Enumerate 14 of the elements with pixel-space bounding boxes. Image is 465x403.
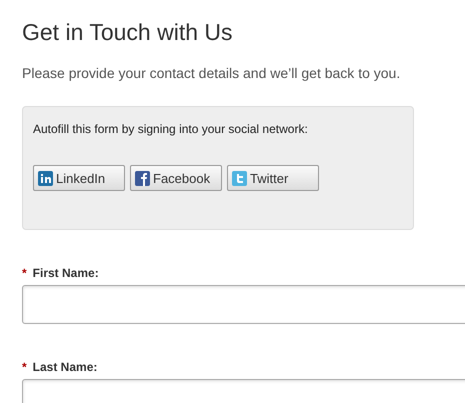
twitter-icon [232, 170, 247, 186]
input-field[interactable] [22, 285, 465, 324]
autofill-prompt: Autofill this form by signing into your social network: [33, 122, 309, 136]
facebook-icon [135, 170, 150, 186]
social-login-button[interactable]: Twitter [227, 165, 319, 191]
social-login-button[interactable]: LinkedIn [33, 165, 125, 191]
field-label: First Name: [32, 266, 99, 280]
linkedin-icon [38, 170, 53, 186]
required-mark: * [22, 266, 27, 280]
required-mark: * [22, 360, 27, 374]
intro-text: Please provide your contact details and we’ll get back to you. [22, 65, 402, 81]
page-title: Get in Touch with Us [22, 18, 234, 47]
field-label: Last Name: [32, 360, 98, 374]
social-login-button[interactable]: Facebook [130, 165, 222, 191]
